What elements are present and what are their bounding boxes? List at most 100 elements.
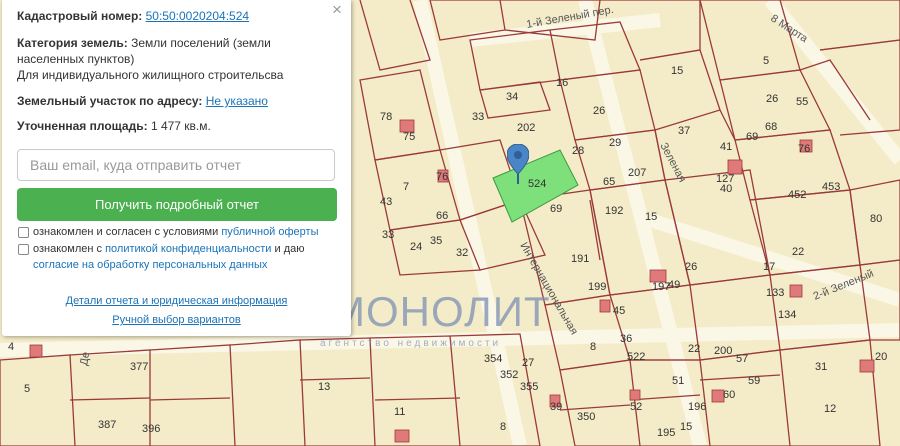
- svg-text:522: 522: [627, 351, 645, 363]
- svg-text:12: 12: [824, 403, 836, 415]
- svg-text:51: 51: [672, 375, 684, 387]
- svg-text:350: 350: [577, 411, 595, 423]
- svg-text:45: 45: [613, 305, 625, 317]
- svg-text:7: 7: [403, 181, 409, 193]
- svg-text:5: 5: [763, 55, 769, 67]
- svg-text:36: 36: [620, 333, 632, 345]
- svg-text:32: 32: [456, 247, 468, 259]
- selected-parcel-label: 524: [528, 178, 546, 190]
- svg-text:192: 192: [605, 205, 623, 217]
- svg-text:355: 355: [520, 381, 538, 393]
- svg-text:191: 191: [571, 253, 589, 265]
- svg-text:27: 27: [522, 357, 534, 369]
- svg-text:453: 453: [822, 181, 840, 193]
- svg-text:76: 76: [798, 143, 810, 155]
- manual-selection-link[interactable]: Ручной выбор вариантов: [112, 314, 240, 326]
- svg-text:22: 22: [688, 343, 700, 355]
- svg-text:17: 17: [763, 261, 775, 273]
- svg-text:134: 134: [778, 309, 796, 321]
- svg-text:4: 4: [8, 341, 14, 353]
- svg-text:24: 24: [410, 241, 422, 253]
- privacy-policy-link[interactable]: политикой конфиденциальности: [105, 243, 271, 255]
- area-label: Уточненная площадь:: [17, 119, 148, 133]
- area-row: Уточненная площадь: 1 477 кв.м.: [17, 118, 211, 134]
- svg-text:200: 200: [714, 345, 732, 357]
- offer-consent-text: ознакомлен и согласен с условиями публич…: [33, 224, 333, 240]
- report-details-link[interactable]: Детали отчета и юридическая информация: [66, 295, 288, 307]
- svg-text:354: 354: [484, 353, 502, 365]
- svg-text:5: 5: [24, 383, 30, 395]
- svg-text:69: 69: [550, 203, 562, 215]
- svg-text:133: 133: [766, 287, 784, 299]
- svg-text:55: 55: [796, 96, 808, 108]
- address-row: Земельный участок по адресу: Не указано: [17, 93, 268, 109]
- svg-text:33: 33: [382, 229, 394, 241]
- svg-text:127: 127: [716, 173, 734, 185]
- svg-text:26: 26: [766, 93, 778, 105]
- svg-text:33: 33: [472, 111, 484, 123]
- cadastral-label: Кадастровый номер:: [17, 9, 143, 23]
- privacy-consent-text: ознакомлен с политикой конфиденциальност…: [33, 241, 333, 273]
- public-offer-link[interactable]: публичной оферты: [221, 226, 318, 238]
- privacy-consent-label: ознакомлен с: [33, 243, 106, 255]
- privacy-consent-label-2: и даю: [271, 243, 305, 255]
- offer-consent-label: ознакомлен и согласен с условиями: [33, 226, 222, 238]
- get-report-button[interactable]: Получить подробный отчет: [17, 188, 337, 221]
- svg-text:26: 26: [685, 261, 697, 273]
- manual-selection-row: Ручной выбор вариантов: [2, 314, 351, 326]
- category-value-3: Для индивидуального жилищного строительс…: [17, 68, 284, 82]
- svg-text:43: 43: [380, 196, 392, 208]
- svg-text:65: 65: [603, 176, 615, 188]
- svg-text:34: 34: [506, 91, 518, 103]
- svg-text:11: 11: [394, 406, 405, 418]
- svg-text:29: 29: [609, 137, 621, 149]
- svg-text:26: 26: [593, 105, 605, 117]
- svg-text:22: 22: [792, 246, 804, 258]
- svg-text:41: 41: [720, 141, 732, 153]
- area-value: 1 477 кв.м.: [150, 119, 211, 133]
- location-pin-icon[interactable]: [507, 144, 529, 184]
- svg-text:396: 396: [142, 423, 160, 435]
- svg-text:31: 31: [815, 361, 827, 373]
- svg-text:76: 76: [436, 171, 448, 183]
- svg-text:207: 207: [628, 167, 646, 179]
- svg-text:52: 52: [630, 401, 642, 413]
- svg-text:80: 80: [870, 213, 882, 225]
- watermark-title: МОНОЛИТ: [330, 288, 551, 335]
- watermark-subtitle: агентство недвижимости: [320, 338, 502, 349]
- svg-text:195: 195: [657, 427, 675, 439]
- svg-text:35: 35: [430, 235, 442, 247]
- cadastral-number-link[interactable]: 50:50:0020204:524: [146, 9, 249, 23]
- data-processing-link[interactable]: согласие на обработку персональных данны…: [33, 259, 267, 271]
- offer-consent-checkbox[interactable]: [18, 227, 29, 238]
- svg-text:13: 13: [318, 381, 330, 393]
- svg-text:20: 20: [875, 351, 887, 363]
- svg-text:Де: Де: [78, 351, 92, 366]
- address-label: Земельный участок по адресу:: [17, 94, 203, 108]
- svg-text:60: 60: [723, 389, 735, 401]
- svg-text:15: 15: [645, 211, 657, 223]
- details-link-row: Детали отчета и юридическая информация: [2, 295, 351, 307]
- svg-text:75: 75: [403, 131, 415, 143]
- close-icon[interactable]: ×: [328, 1, 346, 19]
- category-value-2: населенных пунктов): [17, 52, 135, 66]
- cadastral-number-row: Кадастровый номер: 50:50:0020204:524: [17, 8, 249, 24]
- svg-text:8: 8: [500, 421, 506, 433]
- svg-text:49: 49: [668, 279, 680, 291]
- address-value-link[interactable]: Не указано: [206, 94, 268, 108]
- privacy-consent-checkbox[interactable]: [18, 244, 29, 255]
- parcel-info-panel: × Кадастровый номер: 50:50:0020204:524 К…: [2, 0, 351, 336]
- svg-text:39: 39: [550, 401, 562, 413]
- svg-text:352: 352: [500, 369, 518, 381]
- svg-text:59: 59: [748, 375, 760, 387]
- svg-text:69: 69: [746, 131, 758, 143]
- category-label: Категория земель:: [17, 36, 128, 50]
- svg-text:15: 15: [680, 421, 692, 433]
- svg-text:8: 8: [590, 341, 596, 353]
- svg-text:202: 202: [517, 122, 535, 134]
- svg-text:28: 28: [572, 145, 584, 157]
- svg-text:387: 387: [98, 419, 116, 431]
- email-input[interactable]: [17, 149, 335, 181]
- svg-text:377: 377: [130, 361, 148, 373]
- svg-text:452: 452: [788, 189, 806, 201]
